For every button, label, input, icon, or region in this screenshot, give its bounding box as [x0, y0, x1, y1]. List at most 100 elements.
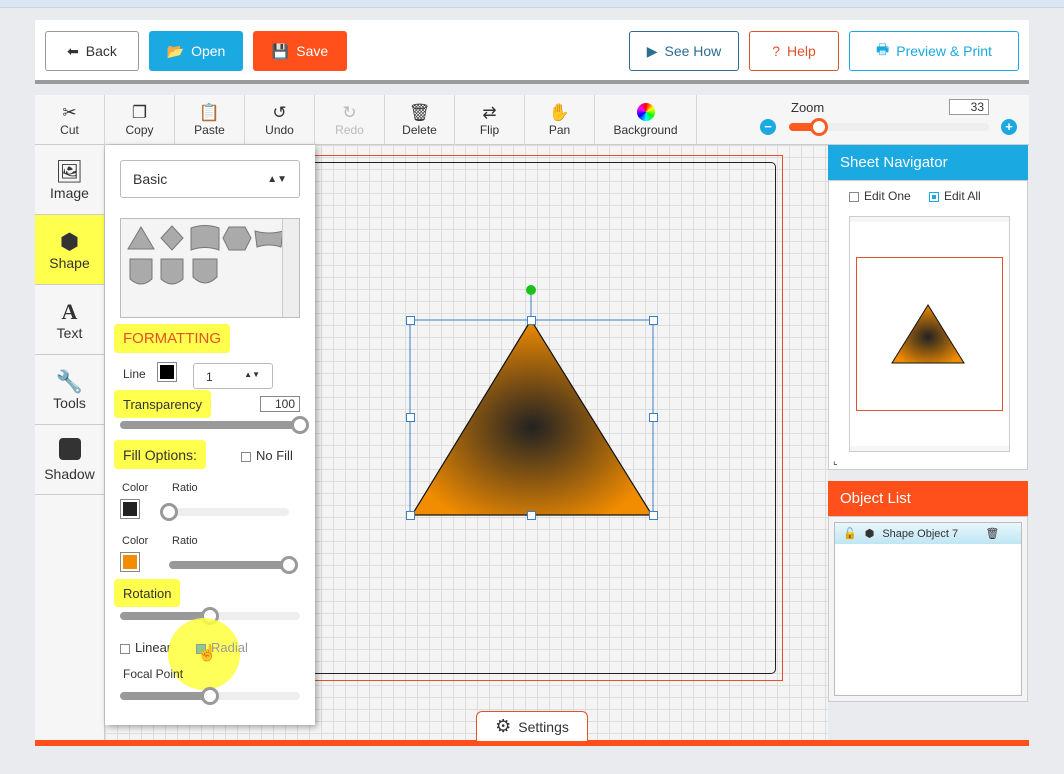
help-button[interactable]: ? Help [749, 31, 839, 71]
trash-icon: 🗑 [408, 103, 431, 122]
edit-one-checkbox[interactable]: Edit One [849, 189, 911, 203]
flip-icon: ⇄ [482, 103, 497, 122]
preview-print-button[interactable]: 🖶 Preview & Print [849, 31, 1019, 71]
redo-icon: ↻ [342, 103, 357, 122]
image-icon: 🖼 [55, 158, 84, 184]
color1-label: Color [122, 482, 149, 494]
question-icon: ? [772, 43, 780, 59]
ratio1-label: Ratio [172, 482, 198, 494]
see-how-button[interactable]: ▶ See How [629, 31, 739, 71]
shape-gallery[interactable] [120, 218, 300, 318]
resize-handle[interactable] [527, 316, 536, 325]
zoom-slider[interactable] [789, 118, 989, 136]
redo-button[interactable]: ↻ Redo [315, 95, 385, 145]
toolbar: ✂ Cut ❐ Copy 📋 Paste ↺ Undo ↻ Redo 🗑 Delete ⇄ F… [35, 95, 1029, 145]
sidebar-item-tools[interactable]: 🔧 Tools [35, 355, 104, 425]
save-icon: 💾 [271, 42, 290, 59]
hand-cursor-icon: ☝ [197, 645, 217, 662]
shape-thumbnails[interactable] [125, 223, 285, 288]
undo-icon: ↺ [272, 103, 287, 122]
browser-strip [0, 0, 1064, 8]
video-icon: ▶ [646, 42, 658, 59]
sidebar-item-shape[interactable]: ⬢ Shape [35, 215, 104, 285]
gallery-scrollbar[interactable] [282, 219, 299, 317]
resize-handle[interactable] [649, 511, 658, 520]
right-panel: Sheet Navigator Edit One Edit All ⌞ Obje… [828, 145, 1028, 702]
navigator-preview[interactable] [849, 216, 1010, 452]
flip-button[interactable]: ⇄ Flip [455, 95, 525, 145]
transparency-label: Transparency [114, 390, 211, 418]
sheet-navigator-title: Sheet Navigator [828, 145, 1028, 180]
pan-button[interactable]: ✋ Pan [525, 95, 595, 145]
back-button[interactable]: ⬅ Back [45, 31, 139, 71]
sidebar-item-shadow[interactable]: Shadow [35, 425, 104, 495]
undo-button[interactable]: ↺ Undo [245, 95, 315, 145]
print-icon: 🖶 [876, 41, 890, 57]
trash-icon[interactable]: 🗑 [985, 527, 999, 540]
color1-swatch[interactable] [120, 499, 140, 519]
zoom-value[interactable]: 33 [949, 99, 989, 115]
fill-options-label: Fill Options: [114, 440, 206, 469]
color-wheel-icon [636, 103, 655, 123]
background-button[interactable]: Background [595, 95, 697, 145]
arrow-left-icon: ⬅ [67, 42, 79, 59]
select-arrows-icon: ▲▼ [267, 173, 287, 185]
gear-icon: ⚙ [495, 716, 512, 736]
rotation-label: Rotation [114, 579, 181, 607]
sidebar: 🖼 Image ⬢ Shape A Text 🔧 Tools Shadow [35, 145, 105, 741]
unlock-icon[interactable]: 🔓 [843, 527, 857, 540]
transparency-value[interactable]: 100 [260, 396, 300, 412]
ratio1-slider[interactable] [160, 503, 289, 521]
text-icon: A [61, 298, 78, 324]
header-bar: ⬅ Back 📂 Open 💾 Save ▶ See How ? Help 🖶 Previe… [35, 20, 1029, 84]
sidebar-item-image[interactable]: 🖼 Image [35, 145, 104, 215]
scissors-icon: ✂ [62, 103, 77, 122]
resize-handle[interactable] [406, 511, 415, 520]
resize-handle[interactable] [527, 511, 536, 520]
sheet-navigator: Edit One Edit All ⌞ [828, 180, 1028, 470]
ratio2-slider[interactable] [169, 556, 298, 574]
transparency-slider[interactable] [120, 416, 309, 434]
ratio2-label: Ratio [172, 535, 198, 547]
category-select[interactable]: Basic ▲▼ [120, 160, 300, 198]
resize-handle[interactable] [649, 316, 658, 325]
sidebar-item-text[interactable]: A Text [35, 285, 104, 355]
line-color-swatch[interactable] [157, 362, 177, 382]
settings-button[interactable]: ⚙ Settings [476, 711, 588, 741]
copy-icon: ❐ [131, 103, 148, 122]
color2-label: Color [122, 535, 149, 547]
copy-button[interactable]: ❐ Copy [105, 95, 175, 145]
object-list: 🔓 ⬢ Shape Object 7 🗑 [828, 516, 1028, 702]
open-button[interactable]: 📂 Open [149, 31, 243, 71]
zoom-out-button[interactable]: − [760, 119, 776, 135]
edit-all-checkbox[interactable]: Edit All [929, 189, 981, 203]
save-button[interactable]: 💾 Save [253, 31, 347, 71]
line-label: Line [123, 367, 146, 381]
delete-button[interactable]: 🗑 Delete [385, 95, 455, 145]
hand-icon: ✋ [548, 103, 571, 122]
cube-icon: ⬢ [864, 528, 875, 540]
linear-radio[interactable]: Linear [120, 640, 171, 655]
cube-icon: ⬢ [59, 228, 80, 254]
shadow-icon [58, 437, 81, 466]
focal-point-label: Focal Point [123, 667, 184, 681]
paste-button[interactable]: 📋 Paste [175, 95, 245, 145]
no-fill-checkbox[interactable]: No Fill [241, 448, 293, 463]
line-width-select[interactable]: 1 ▲▼ [193, 363, 273, 389]
list-item[interactable]: 🔓 ⬢ Shape Object 7 🗑 [835, 523, 1021, 544]
zoom-in-button[interactable]: + [1001, 119, 1017, 135]
object-list-title: Object List [828, 481, 1028, 516]
wrench-icon: 🔧 [55, 368, 84, 394]
resize-handle[interactable] [649, 413, 658, 422]
shape-panel: Basic ▲▼ FORMATTING Line 1 ▲▼ Transparency… [105, 145, 315, 725]
resize-handle[interactable] [406, 413, 415, 422]
resize-corner-icon[interactable]: ⌞ [833, 456, 838, 467]
formatting-heading: FORMATTING [114, 324, 231, 353]
focal-point-slider[interactable] [120, 687, 300, 705]
navigator-shape-thumb [891, 304, 965, 364]
color2-swatch[interactable] [120, 552, 140, 572]
folder-icon: 📂 [166, 42, 185, 59]
paste-icon: 📋 [198, 103, 221, 122]
cut-button[interactable]: ✂ Cut [35, 95, 105, 145]
resize-handle[interactable] [406, 316, 415, 325]
